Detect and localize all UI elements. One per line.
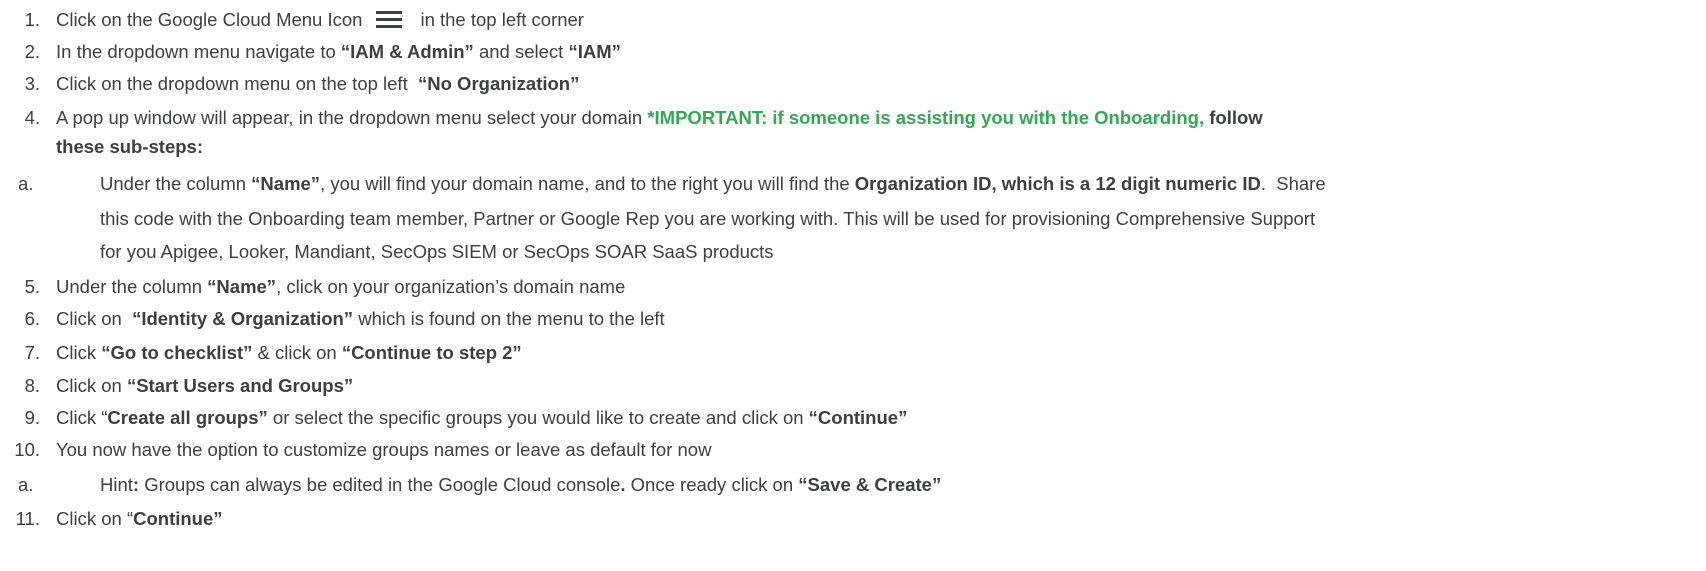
step-number: 6. xyxy=(24,308,40,329)
step-bold-text: follow xyxy=(1204,107,1263,128)
step-text: for you Apigee, Looker, Mandiant, SecOps… xyxy=(100,241,774,262)
step-number: 4. xyxy=(24,107,40,128)
step-bold-text: “Continue” xyxy=(808,407,908,428)
step-text: Click on the dropdown menu on the top le… xyxy=(56,73,418,94)
step-text: Click on xyxy=(56,308,133,329)
step-text: Click on the Google Cloud Menu Icon xyxy=(56,9,363,30)
step-bold-text: “No Organization” xyxy=(418,73,580,94)
step-text: Click xyxy=(56,342,102,363)
step-number: a. xyxy=(18,173,34,194)
step-bold-text: “IAM” xyxy=(568,41,621,62)
step-text: Once ready click on xyxy=(625,474,799,495)
step-bold-text: “Save & Create” xyxy=(798,474,942,495)
step-text: Click “ xyxy=(56,407,108,428)
step-text: , you will find your domain name, and to… xyxy=(320,173,855,194)
step-number: 8. xyxy=(24,375,40,396)
step-bold-text: “IAM & Admin” xyxy=(340,41,474,62)
step-number: 10. xyxy=(14,439,40,460)
step-bold-text: “Name” xyxy=(251,173,321,194)
step-text: this code with the Onboarding team membe… xyxy=(100,208,1316,229)
step-bold-text: Continue” xyxy=(133,508,223,529)
step-number: 1. xyxy=(24,9,40,30)
step-number: 3. xyxy=(24,73,40,94)
step-text: and select xyxy=(473,41,569,62)
step-bold-text: “Identity & Organization” xyxy=(132,308,354,329)
step-text: which is found on the menu to the left xyxy=(353,308,665,329)
step-text: Under the column xyxy=(56,276,208,297)
step-text: Hint xyxy=(100,474,133,495)
step-text: In the dropdown menu navigate to xyxy=(56,41,341,62)
step-bold-text: “Start Users and Groups” xyxy=(126,375,354,396)
step-bold-text: these sub-steps: xyxy=(56,136,204,157)
step-text: or select the specific groups you would … xyxy=(267,407,809,428)
step-bold-text: Organization ID, which is a 12 digit num… xyxy=(854,173,1261,194)
step-bold-text: “Go to checklist” xyxy=(101,342,253,363)
step-number: 7. xyxy=(24,342,40,363)
hamburger-menu-icon xyxy=(376,10,403,28)
step-text: Under the column xyxy=(100,173,252,194)
step-text: Click on xyxy=(56,375,127,396)
step-text: in the top left corner xyxy=(420,9,584,30)
step-text: A pop up window will appear, in the drop… xyxy=(56,107,648,128)
step-text: & click on xyxy=(252,342,342,363)
important-note: *IMPORTANT: if someone is assisting you … xyxy=(647,107,1205,128)
step-text: . Share xyxy=(1260,173,1326,194)
step-text: Click on “ xyxy=(56,508,134,529)
step-bold-text: “Continue to step 2” xyxy=(341,342,522,363)
step-number: 5. xyxy=(24,276,40,297)
step-bold-text: “Name” xyxy=(207,276,277,297)
step-number: a. xyxy=(18,474,34,495)
step-bold-text: Create all groups” xyxy=(107,407,268,428)
step-number: 9. xyxy=(24,407,40,428)
step-text: You now have the option to customize gro… xyxy=(56,439,712,460)
instruction-document: 1. Click on the Google Cloud Menu Icon in… xyxy=(0,0,1706,571)
step-text: Groups can always be edited in the Googl… xyxy=(139,474,621,495)
step-text: , click on your organization’s domain na… xyxy=(276,276,626,297)
step-number: 11. xyxy=(15,508,40,529)
step-number: 2. xyxy=(24,41,40,62)
